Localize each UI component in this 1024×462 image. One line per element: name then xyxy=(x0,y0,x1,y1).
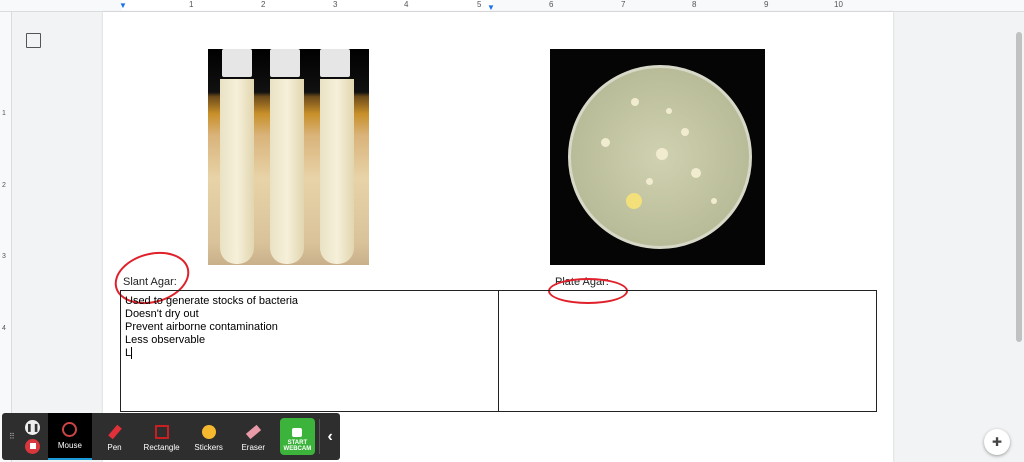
pause-button[interactable]: ❚❚ xyxy=(25,419,41,435)
ruler-tick: 4 xyxy=(404,0,409,9)
plate-agar-image xyxy=(550,49,765,265)
tool-label: Mouse xyxy=(57,441,82,450)
right-indent-marker[interactable]: ▼ xyxy=(487,3,495,12)
document-page[interactable]: Slant Agar: Plate Agar: Used to generate… xyxy=(103,12,893,462)
plate-notes-cell[interactable] xyxy=(498,290,877,412)
stickers-tool[interactable]: Stickers xyxy=(186,413,231,460)
ruler-tick: 6 xyxy=(549,0,554,9)
mouse-tool[interactable]: Mouse xyxy=(47,413,93,460)
ruler-tick: 3 xyxy=(2,253,6,260)
tool-label: Rectangle xyxy=(143,443,180,452)
tool-label: Pen xyxy=(107,443,122,452)
note-line: Prevent airborne contamination xyxy=(125,321,278,333)
webcam-label: WEBCAM xyxy=(283,446,312,452)
annotation-toolbar: ⠿ ❚❚ Mouse Pen Rectangle Stickers Eraser… xyxy=(2,413,340,460)
rectangle-icon xyxy=(154,425,169,439)
ruler-tick: 10 xyxy=(834,0,843,9)
notes-table: Used to generate stocks of bacteria Does… xyxy=(120,290,877,412)
stickers-icon xyxy=(201,425,216,439)
ruler-tick: 2 xyxy=(2,182,6,189)
slant-notes-cell[interactable]: Used to generate stocks of bacteria Does… xyxy=(120,290,499,412)
slant-agar-image xyxy=(208,49,369,265)
ruler-tick: 1 xyxy=(2,110,6,117)
ruler-tick: 2 xyxy=(261,0,266,9)
ruler-tick: 4 xyxy=(2,325,6,332)
eraser-icon xyxy=(245,424,261,440)
ruler-tick: 1 xyxy=(189,0,194,9)
stop-button[interactable] xyxy=(25,438,41,454)
webcam-icon xyxy=(292,428,303,437)
tool-label: Stickers xyxy=(194,443,223,452)
ruler-tick: 9 xyxy=(764,0,769,9)
text-cursor xyxy=(131,347,136,359)
vertical-ruler[interactable]: 1 2 3 4 xyxy=(0,12,12,462)
ruler-tick: 8 xyxy=(692,0,697,9)
drag-handle-icon[interactable]: ⠿ xyxy=(6,413,18,460)
scrollbar[interactable] xyxy=(1014,12,1024,462)
pen-tool[interactable]: Pen xyxy=(92,413,137,460)
ruler-tick: 7 xyxy=(621,0,626,9)
add-comment-button[interactable]: ✚ xyxy=(984,429,1010,455)
mouse-icon xyxy=(62,422,78,437)
collapse-toolbar-button[interactable]: ‹ xyxy=(319,419,340,454)
document-outline-icon[interactable] xyxy=(26,33,41,48)
start-webcam-button[interactable]: START WEBCAM xyxy=(279,418,316,455)
rectangle-tool[interactable]: Rectangle xyxy=(137,413,187,460)
left-indent-marker[interactable]: ▼ xyxy=(119,1,127,10)
pen-icon xyxy=(107,424,122,440)
note-line: Less observable xyxy=(125,334,206,346)
eraser-tool[interactable]: Eraser xyxy=(231,413,276,460)
ruler-tick: 5 xyxy=(477,0,482,9)
ruler-tick: 3 xyxy=(333,0,338,9)
tool-label: Eraser xyxy=(241,443,266,452)
note-line: Doesn't dry out xyxy=(125,308,199,320)
horizontal-ruler[interactable]: 1 2 3 4 5 6 7 8 9 10 ▼ ▼ xyxy=(0,0,1024,12)
note-line: Used to generate stocks of bacteria xyxy=(125,295,299,307)
